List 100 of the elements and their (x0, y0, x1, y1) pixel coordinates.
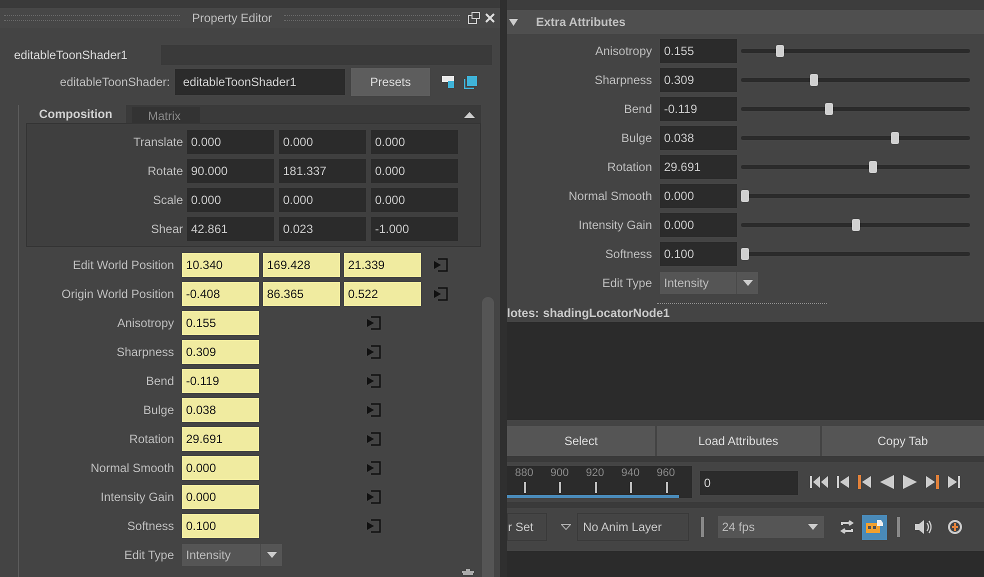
slider-track[interactable] (741, 190, 970, 202)
enum-dropdown[interactable]: Intensity (182, 544, 282, 566)
value-field[interactable]: 0.023 (279, 216, 366, 240)
expand-arrow-icon[interactable] (509, 18, 518, 26)
value-field[interactable]: 0.000 (187, 188, 274, 212)
section-tab[interactable]: Composition (26, 105, 126, 123)
anim-layer-field[interactable]: No Anim Layer (577, 513, 689, 541)
value-field[interactable]: 0.522 (344, 282, 421, 306)
float-icon[interactable] (468, 12, 480, 24)
next-key-icon[interactable] (926, 475, 939, 489)
slider-track[interactable] (741, 74, 970, 86)
value-field[interactable]: 0.155 (182, 310, 259, 334)
value-field[interactable]: 0.100 (182, 514, 259, 538)
scroll-up-icon[interactable] (464, 112, 475, 118)
value-field[interactable]: -0.119 (182, 368, 259, 392)
value-field[interactable]: 169.428 (263, 252, 340, 276)
play-backward-icon[interactable] (880, 475, 894, 489)
panel-icon[interactable] (442, 76, 454, 88)
action-button[interactable]: Select (507, 426, 655, 456)
value-field[interactable]: 0.000 (279, 130, 366, 154)
time-slider[interactable]: 880 900 920 940 960 (507, 466, 692, 498)
notes-label: lotes: (507, 305, 540, 322)
action-button[interactable]: Load Attributes (657, 426, 820, 456)
value-field[interactable]: 0.000 (371, 158, 458, 182)
notes-field[interactable] (507, 322, 984, 420)
value-field[interactable]: 0.000 (371, 130, 458, 154)
value-field[interactable]: 0.000 (279, 188, 366, 212)
sound-icon[interactable] (915, 520, 933, 534)
value-field[interactable]: 29.691 (182, 426, 259, 450)
value-field[interactable]: 0.000 (187, 130, 274, 154)
slider-track[interactable] (741, 218, 970, 230)
field-label: Bend (622, 100, 653, 118)
value-field[interactable]: 181.337 (279, 158, 366, 182)
field-label: Rotation (606, 158, 653, 176)
value-field[interactable]: 0.000 (371, 188, 458, 212)
action-button[interactable]: Copy Tab (822, 426, 984, 456)
value-field[interactable]: 29.691 (660, 154, 737, 178)
enum-dropdown[interactable]: Intensity (660, 272, 758, 294)
slider-track[interactable] (741, 160, 970, 172)
value-field[interactable]: 0.309 (660, 68, 737, 92)
field-label: Intensity Gain (578, 216, 653, 234)
slider-track[interactable] (741, 102, 970, 114)
loop-icon[interactable] (839, 520, 855, 534)
section-header[interactable]: Extra Attributes (507, 10, 984, 34)
field-label: Softness (604, 246, 653, 262)
previous-key-icon[interactable] (858, 475, 871, 489)
dropdown-arrow-icon[interactable] (266, 552, 276, 558)
value-field[interactable]: 0.000 (182, 456, 259, 480)
step-back-icon[interactable] (837, 476, 849, 488)
value-field[interactable]: 42.861 (187, 216, 274, 240)
dropdown-arrow-icon[interactable] (561, 524, 571, 530)
value-field[interactable]: -0.119 (660, 96, 737, 120)
dropdown-arrow-icon[interactable] (808, 524, 818, 530)
value-field[interactable]: 0.100 (660, 242, 737, 266)
value-field[interactable]: 90.000 (187, 158, 274, 182)
shader-tab[interactable]: editableToonShader1 (8, 45, 161, 65)
character-set-field[interactable]: r Set (507, 513, 547, 541)
value-field[interactable]: 0.155 (660, 38, 737, 62)
value-field[interactable]: 86.365 (263, 282, 340, 306)
field-label: Edit World Position (72, 256, 175, 274)
step-forward-icon[interactable] (948, 476, 960, 488)
value-field[interactable]: -1.000 (371, 216, 458, 240)
slider-track[interactable] (741, 248, 970, 260)
go-to-start-icon[interactable] (810, 476, 828, 488)
slider-thumb[interactable] (891, 132, 900, 144)
value-field[interactable]: 21.339 (344, 252, 421, 276)
value-field[interactable]: 0.000 (182, 484, 259, 508)
slider-thumb[interactable] (741, 190, 749, 202)
slider-track[interactable] (741, 44, 970, 56)
slider-thumb[interactable] (824, 102, 833, 114)
value-field[interactable]: -0.408 (182, 282, 259, 306)
node-name-field[interactable]: editableToonShader1 (175, 69, 345, 95)
slider-thumb[interactable] (810, 74, 818, 86)
dropdown-arrow-icon[interactable] (742, 280, 752, 286)
slider-thumb[interactable] (776, 44, 784, 56)
slider-thumb[interactable] (741, 248, 749, 260)
presets-button[interactable]: Presets (351, 68, 430, 96)
slider-thumb[interactable] (869, 160, 878, 172)
close-icon[interactable] (484, 12, 496, 24)
command-line-field[interactable] (507, 551, 984, 577)
value-field[interactable]: 0.038 (182, 398, 259, 422)
value-field[interactable]: 0.309 (182, 340, 259, 364)
delete-icon[interactable] (462, 569, 474, 577)
slider-track[interactable] (741, 132, 970, 144)
section-tab[interactable]: Matrix (132, 107, 200, 123)
value-field[interactable]: 0.038 (660, 126, 737, 150)
current-frame-field[interactable]: 0 (700, 471, 798, 495)
field-label: Anisotropy (116, 314, 175, 332)
value-field[interactable]: 0.000 (660, 212, 737, 236)
tick-label: 920 (586, 466, 604, 480)
value-field[interactable]: 10.340 (182, 252, 259, 276)
cached-playback-button[interactable] (862, 514, 887, 540)
field-label: Softness (126, 518, 175, 534)
value-field[interactable]: 0.000 (660, 184, 737, 208)
field-label: Bulge (142, 402, 175, 418)
copy-tab-icon[interactable] (464, 76, 477, 88)
slider-thumb[interactable] (852, 218, 860, 230)
fps-dropdown[interactable]: 24 fps (718, 516, 824, 538)
play-forward-icon[interactable] (903, 475, 917, 489)
separator-icon (701, 517, 704, 537)
